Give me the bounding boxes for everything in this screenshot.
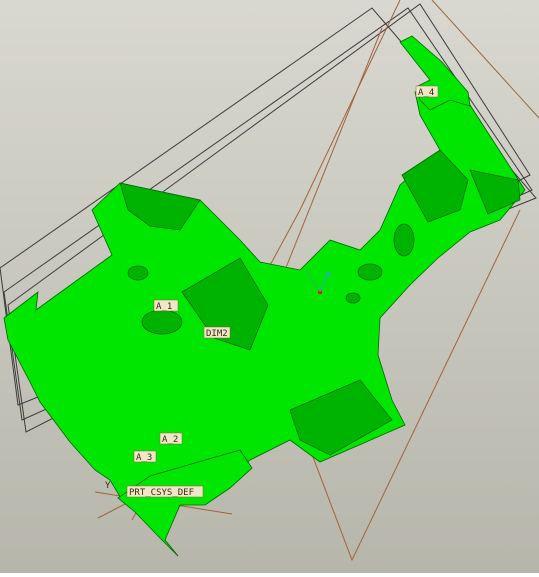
datum-label-dim2[interactable]: DIM2 [203, 326, 231, 339]
part-hole-4 [345, 292, 361, 304]
csys-label[interactable]: PRT_CSYS_DEF [126, 485, 204, 498]
label-text: A_4 [418, 88, 434, 98]
datum-label-a4[interactable]: A_4 [415, 85, 439, 98]
cad-3d-viewport[interactable]: A_1 DIM2 A_2 A_3 A_4 PRT_CSYS_DEF Y [0, 0, 539, 573]
part-hole-5 [357, 263, 383, 281]
datum-label-a2[interactable]: A_2 [159, 432, 183, 445]
label-text: A_2 [162, 435, 178, 445]
axis-cyan-tip [326, 272, 330, 276]
csys-y-axis-label: Y [105, 481, 111, 491]
label-text: PRT_CSYS_DEF [129, 488, 194, 498]
model-canvas[interactable]: A_1 DIM2 A_2 A_3 A_4 PRT_CSYS_DEF Y [0, 0, 539, 573]
part-hole-2 [141, 309, 183, 335]
part-hole-1 [127, 265, 149, 281]
label-text: DIM2 [206, 329, 228, 339]
label-text: A_1 [156, 302, 172, 312]
datum-label-a1[interactable]: A_1 [153, 299, 179, 312]
datum-label-a3[interactable]: A_3 [133, 450, 157, 463]
part-hole-3 [393, 223, 415, 257]
label-text: A_3 [136, 453, 152, 463]
